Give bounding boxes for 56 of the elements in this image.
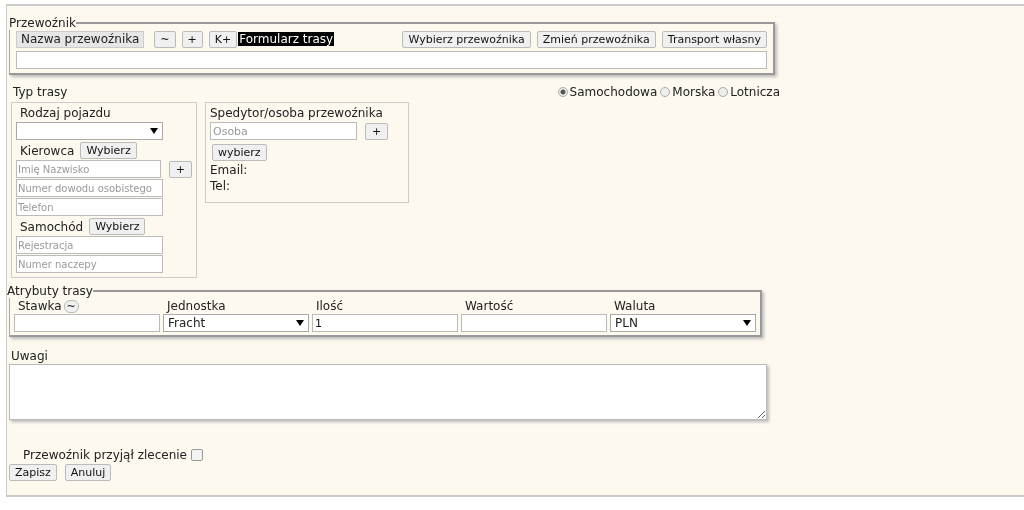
select-field[interactable]	[16, 122, 163, 140]
contact-label: Tel:	[210, 178, 232, 194]
section-label: Typ trasy	[13, 85, 68, 99]
radio-button[interactable]	[718, 87, 729, 97]
checkbox[interactable]	[191, 449, 203, 461]
add-button[interactable]: +	[365, 122, 389, 140]
group-label: Kierowca	[20, 143, 75, 158]
input-field[interactable]: Imię Nazwisko	[16, 160, 161, 178]
section-label: Uwagi	[11, 349, 49, 363]
name-label: Nazwa przewoźnika	[16, 30, 145, 48]
action-button[interactable]: Wybierz przewoźnika	[402, 30, 531, 48]
radio-label: Lotnicza	[730, 85, 780, 99]
group-label: Samochód	[20, 219, 84, 234]
tilde-button[interactable]: ~	[63, 299, 79, 313]
contact-label: Email:	[210, 162, 249, 178]
form-button[interactable]: Anuluj	[64, 464, 112, 481]
input-field[interactable]: 1	[312, 314, 458, 332]
form-button[interactable]: Zapisz	[9, 464, 57, 481]
input-field[interactable]: Telefon	[16, 198, 163, 216]
action-button[interactable]: Transport własny	[661, 30, 767, 48]
input-field[interactable]: Osoba	[210, 122, 357, 140]
radio-button[interactable]	[660, 87, 671, 97]
select-field[interactable]: Fracht	[163, 314, 309, 332]
radio-label: Samochodowa	[569, 85, 658, 99]
panel-legend: Atrybuty trasy	[7, 284, 93, 298]
radio-button[interactable]	[557, 87, 568, 97]
caret-icon	[296, 320, 304, 326]
input-field[interactable]: Numer dowodu osobistego	[16, 179, 163, 197]
column-label: Jednostka	[167, 299, 226, 313]
tool-button[interactable]: ~	[154, 30, 176, 48]
column-label: Ilość	[316, 299, 344, 313]
tool-button[interactable]: +	[181, 30, 203, 48]
choose-button[interactable]: Wybierz	[80, 142, 137, 159]
highlighted-text: Formularz trasy	[238, 32, 335, 46]
select-field[interactable]: PLN	[610, 314, 756, 332]
action-button[interactable]: Zmień przewoźnika	[536, 30, 656, 48]
column-label: Wartość	[465, 299, 514, 313]
radio-label: Morska	[672, 85, 716, 99]
input-field[interactable]	[461, 314, 607, 332]
panel-title: Spedytor/osoba przewoźnika	[210, 105, 384, 122]
caret-icon	[150, 128, 158, 134]
input-field[interactable]	[16, 51, 767, 69]
column-label: Waluta	[614, 299, 656, 313]
input-field[interactable]: Rejestracja	[16, 236, 163, 254]
choose-button[interactable]: wybierz	[212, 144, 267, 161]
caret-icon	[743, 320, 751, 326]
checkbox-label: Przewoźnik przyjął zlecenie	[23, 448, 187, 462]
add-button[interactable]: +	[168, 160, 192, 178]
choose-button[interactable]: Wybierz	[89, 218, 146, 235]
notes-field[interactable]	[9, 364, 767, 420]
panel-title: Rodzaj pojazdu	[19, 105, 112, 122]
input-field[interactable]	[14, 314, 160, 332]
column-label: Stawka	[18, 299, 62, 313]
panel-legend: Przewoźnik	[9, 16, 76, 30]
input-field[interactable]: Numer naczepy	[16, 255, 163, 273]
tool-button[interactable]: K+	[208, 30, 238, 48]
